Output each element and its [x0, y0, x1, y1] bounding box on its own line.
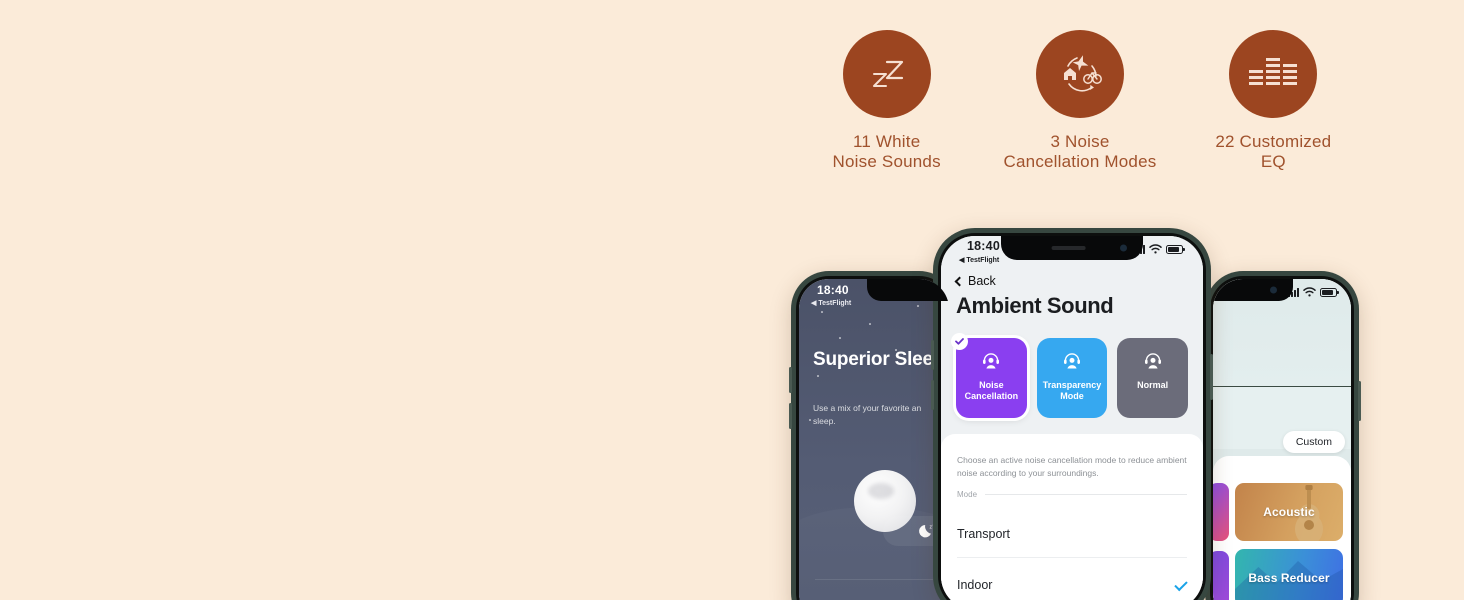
sleep-title: Superior Sleep	[813, 349, 945, 370]
ambient-sound-screen: 18:40 ◀ TestFlight Back Ambient Sound No…	[941, 236, 1203, 600]
mode-row-indoor[interactable]: Indoor	[957, 561, 1188, 600]
volume-down-button[interactable]	[931, 380, 934, 410]
eq-carousel-peek	[1213, 469, 1233, 600]
mode-description: Choose an active noise cancellation mode…	[957, 455, 1187, 478]
back-arrow-icon: ◀	[811, 300, 817, 307]
phone-center-screen: 18:40 ◀ TestFlight Back Ambient Sound No…	[941, 236, 1203, 600]
feature-badges: 11 White Noise Sounds 3 Noise Cancellati…	[790, 30, 1370, 205]
custom-preset-pill[interactable]: Custom	[1282, 431, 1345, 453]
checkmark-icon	[1174, 577, 1188, 592]
feature-noise-cancellation: 3 Noise Cancellation Modes	[983, 30, 1176, 205]
eq-card-peek[interactable]	[1213, 483, 1229, 541]
feature-label: 11 White Noise Sounds	[832, 132, 941, 171]
volume-up-button[interactable]	[931, 340, 934, 370]
person-headphones-icon	[983, 353, 1000, 369]
feature-white-noise: 11 White Noise Sounds	[790, 30, 983, 205]
mode-card-label: Noise Cancellation	[964, 380, 1019, 401]
divider	[985, 494, 1187, 495]
status-back-app[interactable]: ◀ TestFlight	[811, 299, 851, 307]
volume-down-button[interactable]	[789, 403, 792, 429]
sleep-zz-icon	[842, 30, 931, 118]
volume-up-button[interactable]	[789, 367, 792, 393]
notch	[1213, 279, 1293, 301]
eq-card-peek[interactable]	[1213, 551, 1229, 600]
eq-screen: Custom Acoustic Bass Reducer	[1213, 279, 1351, 600]
power-button[interactable]	[1210, 354, 1213, 400]
noise-cancellation-modes-icon	[1035, 30, 1124, 118]
mode-row-transport[interactable]: Transport	[957, 510, 1187, 558]
phone-left-screen: 18:40 ◀ TestFlight Superior Sleep Use a …	[799, 279, 949, 600]
eq-preset-bass-reducer[interactable]: Bass Reducer	[1235, 549, 1343, 600]
mode-card-noise-cancellation[interactable]: Noise Cancellation	[951, 333, 1027, 418]
earpiece-speaker	[1051, 246, 1086, 250]
mode-detail-sheet: Choose an active noise cancellation mode…	[941, 434, 1203, 600]
eq-preset-acoustic[interactable]: Acoustic	[1235, 483, 1343, 541]
back-app-label: TestFlight	[966, 257, 1000, 264]
back-app-label: TestFlight	[818, 300, 852, 307]
wifi-icon	[1303, 287, 1316, 297]
phone-center-ambient-sound: 18:40 ◀ TestFlight Back Ambient Sound No…	[931, 228, 1213, 600]
sleep-subtitle: Use a mix of your favorite an sleep.	[813, 403, 922, 426]
status-time: 18:40	[967, 239, 1000, 253]
promo-page: 11 White Noise Sounds 3 Noise Cancellati…	[0, 0, 1464, 600]
feature-label: 22 Customized EQ	[1215, 132, 1332, 171]
back-button-label: Back	[968, 274, 996, 288]
ambient-mode-selector: Noise Cancellation Transparency Mode Nor…	[951, 333, 1189, 418]
battery-icon	[1320, 287, 1339, 297]
mode-row-label: Transport	[957, 526, 1011, 541]
front-camera-icon	[1270, 286, 1277, 294]
mode-card-transparency-mode[interactable]: Transparency Mode	[1036, 338, 1108, 418]
feature-label: 3 Noise Cancellation Modes	[1003, 132, 1157, 171]
phone-right-eq: Custom Acoustic Bass Reducer	[1205, 271, 1361, 600]
selected-check-icon	[951, 333, 968, 350]
eq-preset-label: Acoustic	[1263, 505, 1315, 519]
notch	[1001, 236, 1143, 260]
notch	[867, 279, 949, 301]
status-time: 18:40	[817, 283, 849, 297]
battery-icon	[1166, 244, 1185, 254]
power-button[interactable]	[1358, 381, 1361, 421]
page-title: Ambient Sound	[956, 293, 1114, 318]
mode-card-label: Transparency Mode	[1042, 380, 1102, 401]
back-button[interactable]: Back	[954, 274, 996, 288]
chevron-left-icon	[954, 276, 965, 286]
person-headphones-icon	[1064, 353, 1080, 369]
equalizer-icon	[1229, 30, 1318, 118]
mode-row-label: Indoor	[957, 577, 993, 592]
sleep-screen: 18:40 ◀ TestFlight Superior Sleep Use a …	[799, 279, 949, 600]
eq-preset-label: Bass Reducer	[1248, 571, 1330, 585]
feature-customized-eq: 22 Customized EQ	[1177, 30, 1370, 205]
mode-section-label: Mode	[957, 490, 978, 499]
front-camera-icon	[1120, 244, 1127, 252]
mode-section-header: Mode	[957, 490, 1187, 499]
mode-card-normal[interactable]: Normal	[1117, 338, 1189, 418]
status-back-app[interactable]: ◀ TestFlight	[959, 256, 999, 264]
person-headphones-icon	[1144, 353, 1161, 369]
back-arrow-icon: ◀	[959, 257, 965, 264]
phone-right-screen: Custom Acoustic Bass Reducer	[1213, 279, 1351, 600]
mode-card-label: Normal	[1137, 380, 1169, 390]
wifi-icon	[1149, 244, 1162, 254]
divider	[815, 579, 933, 580]
